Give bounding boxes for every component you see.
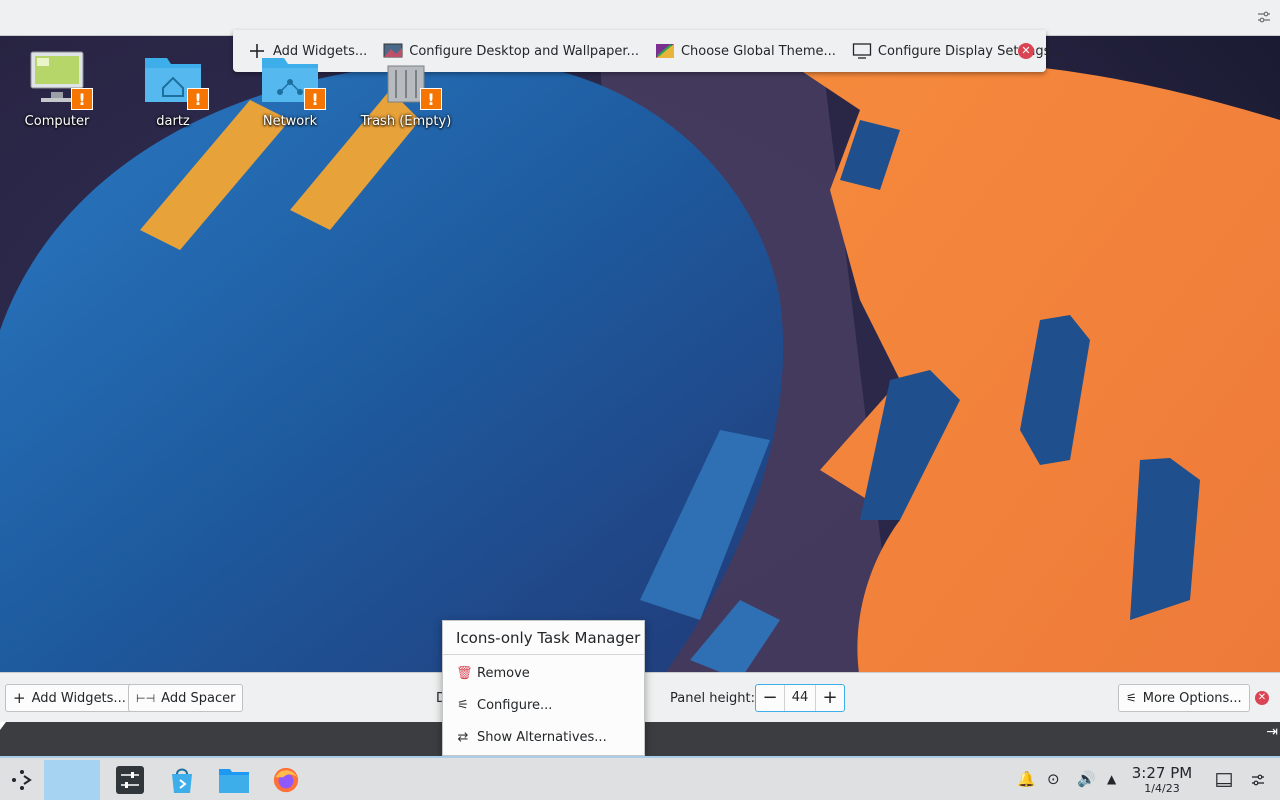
ruler-left-handle[interactable] (0, 722, 6, 730)
taskbar-panel: 🔔 ⊙ 🔊 ▲ 3:27 PM 1/4/23 (0, 756, 1280, 800)
ruler-right-handle[interactable]: ⇥ (1266, 724, 1278, 740)
panel-add-widgets-button[interactable]: + Add Widgets... (5, 684, 134, 712)
warning-badge-icon: ! (420, 88, 442, 110)
trash-icon: 🗑 (456, 665, 473, 681)
desktop-icon-label: Trash (Empty) (360, 114, 452, 129)
warning-badge-icon: ! (304, 88, 326, 110)
close-panel-edit-icon[interactable]: ✕ (1255, 691, 1269, 705)
application-launcher-icon[interactable] (4, 762, 40, 798)
desktop-icon-label: dartz (156, 114, 190, 129)
trash-icon: ! (374, 46, 442, 110)
menu-item-show-alternatives[interactable]: ⇄ Show Alternatives... (443, 721, 644, 753)
desktop-icon-label: Network (262, 114, 318, 129)
configure-icon[interactable] (1256, 9, 1272, 25)
clock-date: 1/4/23 (1144, 782, 1180, 795)
menu-item-configure[interactable]: ⚟ Configure... (443, 689, 644, 721)
menu-item-label: Remove (477, 665, 530, 681)
warning-badge-icon: ! (187, 88, 209, 110)
digital-clock[interactable]: 3:27 PM 1/4/23 (1128, 764, 1196, 796)
monitor-icon (852, 43, 872, 59)
menu-item-label: Configure... (477, 697, 553, 713)
desktop-icon-network[interactable]: ! Network (240, 46, 340, 129)
panel-height-value[interactable]: 44 (784, 685, 816, 711)
warning-badge-icon: ! (71, 88, 93, 110)
add-spacer-label: Add Spacer (161, 690, 236, 706)
desktop-icon-label: Computer (24, 114, 90, 129)
desktop-icon-computer[interactable]: ! Computer (7, 46, 107, 129)
computer-icon: ! (25, 46, 93, 110)
desktop-edit-toolbar: Add Widgets... Configure Desktop and Wal… (233, 30, 1063, 72)
panel-configure-icon[interactable] (1240, 762, 1276, 798)
spacer-icon: ⊢⊣ (136, 691, 156, 705)
choose-global-theme-button[interactable]: Choose Global Theme... (651, 36, 840, 66)
volume-icon[interactable]: 🔊 (1077, 770, 1096, 788)
updates-icon[interactable]: ⊙ (1047, 770, 1060, 788)
panel-height-spinbox[interactable]: − 44 + (755, 684, 845, 712)
clock-time: 3:27 PM (1131, 764, 1193, 782)
desktop-icon-trash[interactable]: ! Trash (Empty) (356, 46, 456, 129)
configure-icon: ⚟ (457, 697, 469, 713)
widget-context-menu: Icons-only Task Manager 🗑 Remove ⚟ Confi… (442, 620, 645, 756)
menu-item-remove[interactable]: 🗑 Remove (443, 657, 644, 689)
configure-display-button[interactable]: Configure Display Settings... (848, 36, 1067, 66)
increase-height-button[interactable]: + (816, 685, 844, 711)
notifications-icon[interactable]: 🔔 (1017, 770, 1036, 788)
plus-icon: + (13, 689, 26, 707)
show-desktop-icon[interactable] (1206, 762, 1242, 798)
panel-height-label: Panel height: (670, 691, 756, 706)
configure-icon: ⚟ (1126, 691, 1137, 705)
context-menu-title: Icons-only Task Manager (443, 621, 644, 655)
decrease-height-button[interactable]: − (756, 685, 784, 711)
file-manager-icon[interactable] (216, 762, 252, 798)
add-spacer-button[interactable]: ⊢⊣ Add Spacer (128, 684, 244, 712)
discover-store-icon[interactable] (164, 762, 200, 798)
alternatives-icon: ⇄ (457, 729, 469, 745)
firefox-icon[interactable] (268, 762, 304, 798)
desktop-icon-home-folder[interactable]: ! dartz (123, 46, 223, 129)
task-manager-highlight[interactable] (44, 760, 100, 800)
expand-tray-icon[interactable]: ▲ (1107, 772, 1116, 786)
menu-item-label: Show Alternatives... (477, 729, 607, 745)
network-folder-icon: ! (258, 46, 326, 110)
theme-icon (655, 44, 674, 58)
more-options-label: More Options... (1142, 690, 1242, 706)
home-folder-icon: ! (141, 46, 209, 110)
choose-global-theme-label: Choose Global Theme... (680, 43, 836, 59)
close-desktop-edit-icon[interactable]: ✕ (1018, 43, 1034, 59)
panel-add-widgets-label: Add Widgets... (31, 690, 126, 706)
configure-display-label: Configure Display Settings... (877, 43, 1063, 59)
system-settings-icon[interactable] (112, 762, 148, 798)
more-options-button[interactable]: ⚟ More Options... (1118, 684, 1250, 712)
